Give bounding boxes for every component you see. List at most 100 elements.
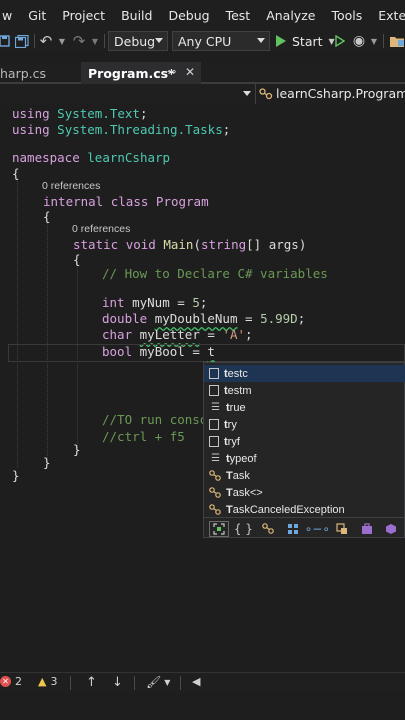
- suggestion-item[interactable]: tryf: [204, 433, 405, 450]
- code-line: }: [12, 468, 20, 483]
- struct-filter-icon[interactable]: [283, 521, 303, 537]
- suggestion-label: try: [224, 418, 237, 431]
- code-comment: // How to Declare C# variables: [102, 266, 328, 281]
- suggestion-item[interactable]: Task<>: [204, 484, 405, 501]
- menu-test[interactable]: Test: [218, 8, 259, 23]
- configuration-select[interactable]: Debug: [108, 31, 168, 51]
- tab-harp-cs[interactable]: harp.cs: [0, 62, 80, 84]
- suggestion-label: testc: [224, 367, 248, 380]
- pin-icon[interactable]: ⊸: [167, 65, 176, 78]
- reference-count[interactable]: 0 references: [42, 180, 100, 192]
- menu-extensions[interactable]: Extensions: [370, 8, 405, 23]
- enum-filter-icon[interactable]: [332, 521, 352, 537]
- snippet-icon: [209, 419, 219, 430]
- menu-tools[interactable]: Tools: [323, 8, 370, 23]
- suggestion-item[interactable]: testm: [204, 382, 405, 399]
- toolbar-separator: [104, 34, 105, 48]
- class-filter-icon[interactable]: [258, 521, 278, 537]
- completion-filter-bar: { } ∘−∘: [204, 517, 405, 539]
- code-line: }: [43, 455, 51, 470]
- intellisense-popup: testc testm ☰ true try tryf ☰ typeof Tas…: [203, 362, 405, 538]
- snippet-icon: [209, 368, 219, 379]
- folder-icon[interactable]: [388, 32, 405, 50]
- class-icon: [209, 470, 221, 482]
- reference-count[interactable]: 0 references: [72, 223, 130, 235]
- menu-bar: w Git Project Build Debug Test Analyze T…: [0, 0, 405, 30]
- error-count[interactable]: ✕ 2: [0, 675, 22, 688]
- editor-status-bar: ✕ 2 ▲ 3 ↑ ↓ 🖌 ▼ ◀: [0, 672, 405, 692]
- suggestion-item[interactable]: ☰ typeof: [204, 450, 405, 467]
- member-name: learnCsharp.Program: [276, 86, 405, 101]
- interface-filter-icon[interactable]: ∘−∘: [305, 521, 330, 537]
- up-arrow-icon[interactable]: ↑: [86, 675, 97, 690]
- chevron-down-icon: [257, 38, 265, 43]
- tab-strip: harp.cs Program.cs* ⊸ ✕: [0, 62, 405, 84]
- menu-view[interactable]: w: [0, 8, 20, 23]
- suggestion-item[interactable]: testc: [204, 365, 405, 382]
- undo-icon[interactable]: ↶: [38, 32, 54, 50]
- code-line: using System.Threading.Tasks;: [12, 122, 231, 137]
- status-separator: [180, 676, 181, 690]
- menu-build[interactable]: Build: [113, 8, 160, 23]
- namespace-filter-icon[interactable]: { }: [234, 521, 254, 537]
- member-dropdown[interactable]: learnCsharp.Program: [259, 86, 405, 101]
- tab-program-cs[interactable]: Program.cs* ⊸ ✕: [81, 62, 201, 84]
- delegate-filter-icon[interactable]: [357, 521, 377, 537]
- chevron-down-icon[interactable]: [243, 91, 251, 96]
- keyword-icon: ☰: [211, 402, 220, 413]
- code-line: namespace learnCsharp: [12, 150, 171, 165]
- code-line: {: [73, 252, 81, 267]
- start-label: Start: [292, 33, 323, 49]
- status-separator: [134, 676, 135, 690]
- snippet-icon: [209, 436, 219, 447]
- menu-debug[interactable]: Debug: [160, 8, 217, 23]
- down-arrow-icon[interactable]: ↓: [112, 675, 123, 690]
- code-line: {: [43, 209, 51, 224]
- suggestion-item[interactable]: ☰ true: [204, 399, 405, 416]
- code-line: internal class Program: [43, 194, 209, 209]
- error-icon: ✕: [0, 676, 11, 687]
- start-button[interactable]: Start ▼: [276, 31, 335, 51]
- redo-dropdown-icon[interactable]: ▼: [90, 32, 100, 50]
- snippet-icon: [209, 385, 219, 396]
- save-all-icon[interactable]: [14, 32, 30, 50]
- code-line: }: [73, 442, 81, 457]
- suggestion-label: testm: [224, 384, 252, 397]
- code-comment: //ctrl + f5: [102, 429, 185, 444]
- navigation-bar: learnCsharp.Program: [0, 84, 405, 104]
- redo-icon[interactable]: ↷: [71, 32, 87, 50]
- menu-git[interactable]: Git: [20, 8, 54, 23]
- suggestion-label: true: [226, 401, 246, 414]
- toolbar-separator: [383, 34, 384, 48]
- undo-dropdown-icon[interactable]: ▼: [57, 32, 67, 50]
- tab-label: harp.cs: [0, 65, 47, 81]
- suggestion-item[interactable]: try: [204, 416, 405, 433]
- keyword-icon: ☰: [211, 453, 220, 464]
- class-icon: [209, 504, 221, 516]
- close-icon[interactable]: ✕: [185, 65, 195, 79]
- save-icon[interactable]: [0, 32, 10, 50]
- hot-reload-dropdown-icon[interactable]: ▼: [369, 32, 379, 50]
- code-cleanup-icon[interactable]: 🖌 ▼: [146, 675, 170, 689]
- platform-select[interactable]: Any CPU: [172, 31, 270, 51]
- code-line: char myLetter = 'A';: [102, 327, 253, 342]
- menu-project[interactable]: Project: [54, 8, 113, 23]
- suggestion-label: Task<>: [226, 486, 263, 499]
- start-without-debugging-icon[interactable]: [334, 32, 346, 50]
- suggestion-item[interactable]: Task: [204, 467, 405, 484]
- suggestion-label: typeof: [226, 452, 257, 465]
- warning-count[interactable]: ▲ 3: [38, 675, 57, 688]
- code-line-current: bool myBool = t: [102, 344, 215, 359]
- scroll-left-icon[interactable]: ◀: [192, 675, 200, 688]
- expand-filter-icon[interactable]: [209, 520, 229, 537]
- hot-reload-icon[interactable]: ◉: [351, 32, 367, 50]
- tab-label: Program.cs*: [88, 65, 175, 81]
- bottom-panel: [0, 692, 405, 720]
- warning-icon: ▲: [38, 675, 47, 688]
- suggestion-item[interactable]: TaskCanceledException: [204, 501, 405, 518]
- play-icon: [276, 35, 286, 47]
- menu-analyze[interactable]: Analyze: [258, 8, 323, 23]
- chevron-down-icon: [155, 38, 163, 43]
- method-filter-icon[interactable]: [381, 521, 401, 537]
- suggestion-label: TaskCanceledException: [226, 503, 345, 516]
